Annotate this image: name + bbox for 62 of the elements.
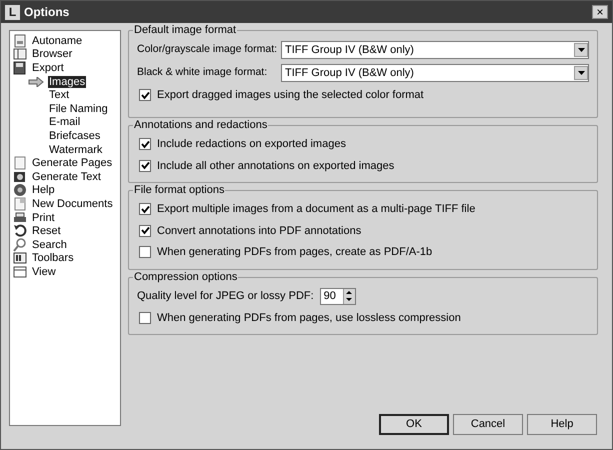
checkbox[interactable] [139,312,151,324]
spin-down-icon [346,298,352,302]
checkbox[interactable] [139,224,151,237]
option-label: Include all other annotations on exported images [157,158,394,174]
tree-item[interactable]: Print [31,212,56,224]
tree-item[interactable]: Text [48,89,70,102]
tree-item[interactable]: File Naming [48,102,109,115]
page-icon [13,156,27,170]
tree-item[interactable]: Generate Text [31,170,102,183]
tree-item[interactable]: Generate Pages [31,157,114,170]
printer-icon [13,210,27,225]
dialog-button[interactable]: Help [527,414,597,435]
tree-item[interactable]: Images [48,76,86,88]
group-title: File format options [133,184,226,196]
window-icon [13,264,27,279]
new-document-icon [13,196,27,211]
tree-item[interactable]: Briefcases [48,130,102,142]
tree-item[interactable]: E-mail [48,116,82,128]
arrow-icon [28,76,44,87]
tree-item[interactable]: Autoname [31,34,84,47]
dropdown-arrow-icon [578,71,584,75]
group-title: Compression options [133,270,238,282]
tree-item[interactable]: Search [31,238,68,251]
option-label: Include redactions on exported images [157,137,346,152]
quality-spinner[interactable]: 90 [320,288,356,304]
dropdown-arrow-icon [578,48,584,52]
field-label: Black & white image format: [137,65,268,80]
dialog-button[interactable]: OK [379,414,449,435]
option-label: When generating PDFs from pages, use lossless compression [157,310,461,326]
group-title: Default image format [133,24,238,36]
option-label: Export multiple images from a document as a multi-page TIFF file [157,202,476,217]
spin-up-icon [346,290,352,294]
tree-item[interactable]: Reset [31,225,62,238]
document-icon [13,34,27,48]
checkbox[interactable] [139,246,151,258]
window-title: Options [24,4,70,21]
tree-item[interactable]: View [31,266,57,278]
app-logo: L [5,4,20,20]
tree-item[interactable]: Browser [31,48,74,60]
format-dropdown[interactable]: TIFF Group IV (B&W only) [281,41,589,59]
close-button[interactable]: × [592,5,608,19]
checkbox[interactable] [139,138,151,150]
checkbox[interactable] [139,203,151,216]
format-dropdown[interactable]: TIFF Group IV (B&W only) [281,64,589,82]
option-label: Export dragged images using the selected color format [157,88,424,103]
undo-icon [13,224,27,238]
field-label: Color/grayscale image format: [137,42,275,58]
field-label: Quality level for JPEG or lossy PDF: [137,288,314,304]
browser-icon [13,47,27,62]
search-icon [13,238,27,252]
group-title: Annotations and redactions [133,119,268,131]
dialog-button[interactable]: Cancel [453,414,523,435]
option-label: Convert annotations into PDF annotations [157,224,362,238]
option-label: When generating PDFs from pages, create as PDF/A-1b [157,245,432,260]
tree-item[interactable]: Help [31,184,56,196]
checkbox[interactable] [139,89,151,102]
tree-item[interactable]: Toolbars [31,252,75,264]
tree-item[interactable]: New Documents [31,198,114,210]
toolbar-icon [13,251,27,266]
tree-item[interactable]: Watermark [48,144,104,156]
tree-item[interactable]: Export [31,62,65,74]
checkbox[interactable] [139,160,151,172]
